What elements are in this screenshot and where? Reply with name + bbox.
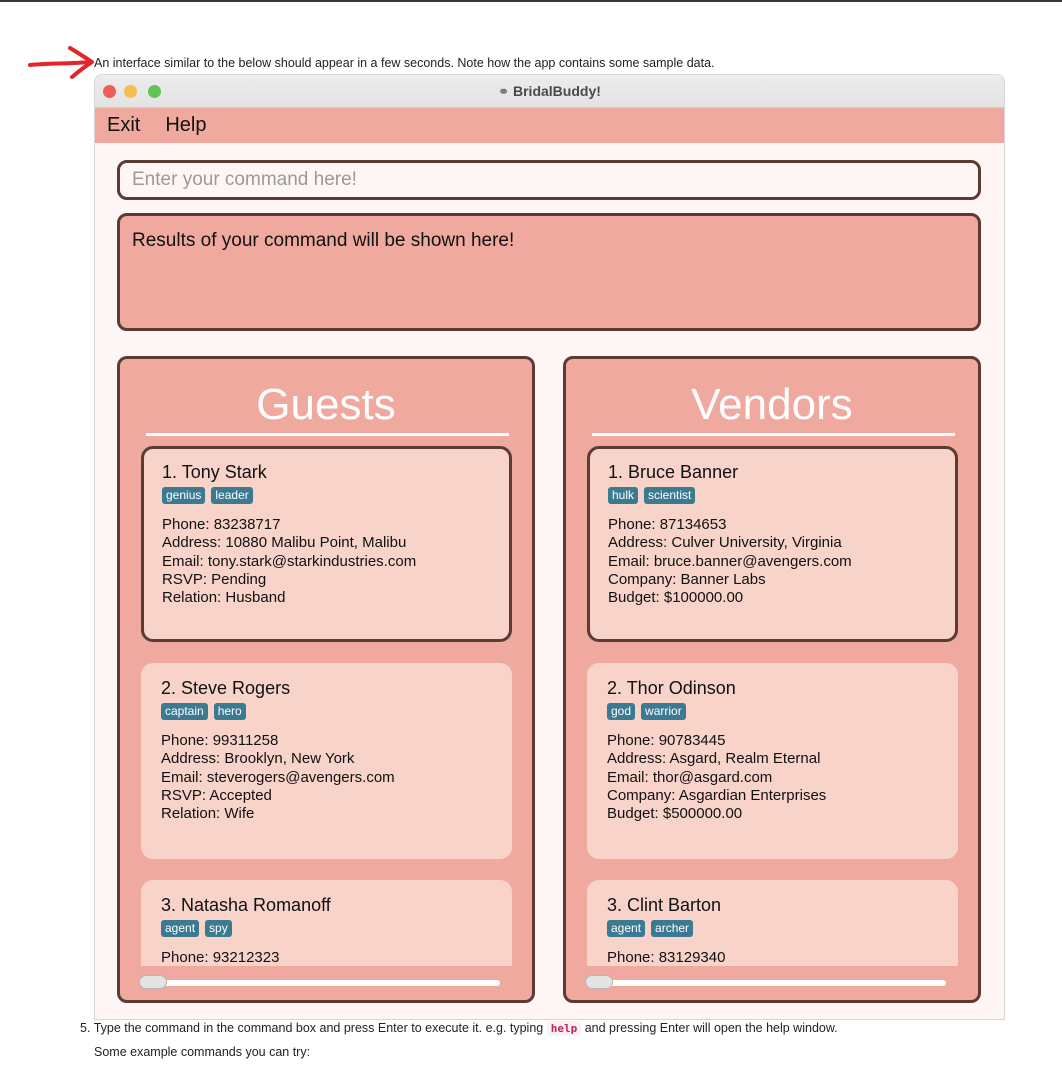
- vendor-card[interactable]: 1. Bruce Banner hulk scientist Phone: 871…: [587, 446, 958, 642]
- guest-name: 2. Steve Rogers: [161, 678, 291, 698]
- vendor-name: 1. Bruce Banner: [608, 462, 739, 482]
- step-number: 5.: [80, 1021, 91, 1035]
- tag: archer: [651, 920, 694, 937]
- step-instruction: 5. Type the command in the command box a…: [80, 1021, 838, 1036]
- result-display: Results of your command will be shown he…: [117, 213, 981, 331]
- step-text-before: Type the command in the command box and …: [93, 1021, 544, 1035]
- vendor-name: 2. Thor Odinson: [607, 678, 736, 698]
- guest-phone: Phone: 93212323: [161, 949, 280, 966]
- vendors-title: Vendors: [691, 380, 853, 429]
- tag: hulk: [608, 487, 639, 504]
- vendor-email: Email: thor@asgard.com: [607, 768, 773, 786]
- vendor-address: Address: Asgard, Realm Eternal: [607, 750, 821, 768]
- tag: god: [607, 703, 636, 720]
- title-bar: ⚭ BridalBuddy!: [95, 75, 1004, 108]
- intro-text: An interface similar to the below should…: [94, 56, 715, 70]
- vendor-tags: hulk scientist: [608, 486, 937, 508]
- guests-title: Guests: [256, 380, 396, 429]
- menu-bar: Exit Help: [95, 108, 1004, 143]
- window-title: BridalBuddy!: [513, 83, 601, 99]
- result-text: Results of your command will be shown he…: [132, 230, 515, 251]
- vendor-address: Address: Culver University, Virginia: [608, 534, 842, 552]
- menu-help[interactable]: Help: [165, 114, 206, 137]
- vendors-panel: Vendors 1. Bruce Banner hulk scientist Ph…: [563, 356, 981, 1003]
- vendor-budget: Budget: $500000.00: [607, 805, 743, 823]
- guest-name: 1. Tony Stark: [162, 462, 267, 482]
- vendors-title-underline: [592, 433, 955, 436]
- vendor-company: Company: Banner Labs: [608, 570, 766, 588]
- wedding-couple-icon: ⚭: [498, 84, 509, 99]
- guests-horizontal-scrollbar[interactable]: [139, 975, 500, 989]
- step-text-after: and pressing Enter will open the help wi…: [584, 1021, 838, 1035]
- page-top-border: [0, 0, 1062, 2]
- vendor-company: Company: Asgardian Enterprises: [607, 786, 827, 804]
- guest-relation: Relation: Husband: [162, 589, 286, 607]
- guest-rsvp: RSVP: Pending: [162, 570, 267, 588]
- annotation-arrow-icon: [28, 46, 94, 79]
- guest-address: Address: Brooklyn, New York: [161, 750, 355, 768]
- guest-tags: agent spy: [161, 919, 492, 941]
- tag: agent: [607, 920, 646, 937]
- guest-relation: Relation: Wife: [161, 805, 255, 823]
- window-title-container: ⚭ BridalBuddy!: [95, 83, 1004, 100]
- menu-exit[interactable]: Exit: [107, 114, 140, 137]
- guest-tags: captain hero: [161, 702, 492, 724]
- vendors-horizontal-scrollbar[interactable]: [585, 975, 946, 989]
- vendor-phone: Phone: 83129340: [607, 949, 726, 966]
- vendor-tags: agent archer: [607, 919, 938, 941]
- guest-list[interactable]: 1. Tony Stark genius leader Phone: 832387…: [141, 446, 512, 966]
- guest-phone: Phone: 83238717: [162, 516, 281, 533]
- vendor-email: Email: bruce.banner@avengers.com: [608, 552, 852, 570]
- vendor-card[interactable]: 3. Clint Barton agent archer Phone: 83129…: [587, 880, 958, 966]
- tag: genius: [162, 487, 206, 504]
- guests-panel: Guests 1. Tony Stark genius leader Phone:…: [117, 356, 535, 1003]
- vendor-name: 3. Clint Barton: [607, 895, 722, 915]
- guest-address: Address: 10880 Malibu Point, Malibu: [162, 534, 407, 552]
- guest-rsvp: RSVP: Accepted: [161, 786, 272, 804]
- help-command-code: help: [546, 1021, 582, 1036]
- command-input[interactable]: Enter your command here!: [117, 160, 981, 200]
- guest-phone: Phone: 99311258: [161, 732, 279, 749]
- guest-tags: genius leader: [162, 486, 491, 508]
- vendor-list[interactable]: 1. Bruce Banner hulk scientist Phone: 871…: [587, 446, 958, 966]
- vendor-tags: god warrior: [607, 702, 938, 724]
- guest-email: Email: steverogers@avengers.com: [161, 768, 395, 786]
- vendor-budget: Budget: $100000.00: [608, 589, 744, 607]
- tag: spy: [205, 920, 232, 937]
- vendor-phone: Phone: 87134653: [608, 516, 727, 533]
- step-followup-text: Some example commands you can try:: [94, 1045, 311, 1059]
- guests-title-underline: [146, 433, 509, 436]
- guest-card[interactable]: 1. Tony Stark genius leader Phone: 832387…: [141, 446, 512, 642]
- guest-card[interactable]: 3. Natasha Romanoff agent spy Phone: 9321…: [141, 880, 512, 966]
- guest-card[interactable]: 2. Steve Rogers captain hero Phone: 99311…: [141, 663, 512, 859]
- scrollbar-thumb[interactable]: [585, 975, 613, 989]
- scrollbar-thumb[interactable]: [139, 975, 167, 989]
- app-window: ⚭ BridalBuddy! Exit Help Enter your comma…: [94, 74, 1005, 1020]
- tag: agent: [161, 920, 200, 937]
- guest-name: 3. Natasha Romanoff: [161, 895, 331, 915]
- tag: scientist: [644, 487, 696, 504]
- vendor-phone: Phone: 90783445: [607, 732, 726, 749]
- guest-email: Email: tony.stark@starkindustries.com: [162, 552, 417, 570]
- vendor-card[interactable]: 2. Thor Odinson god warrior Phone: 907834…: [587, 663, 958, 859]
- tag: captain: [161, 703, 208, 720]
- tag: warrior: [641, 703, 686, 720]
- tag: leader: [211, 487, 253, 504]
- tag: hero: [213, 703, 246, 720]
